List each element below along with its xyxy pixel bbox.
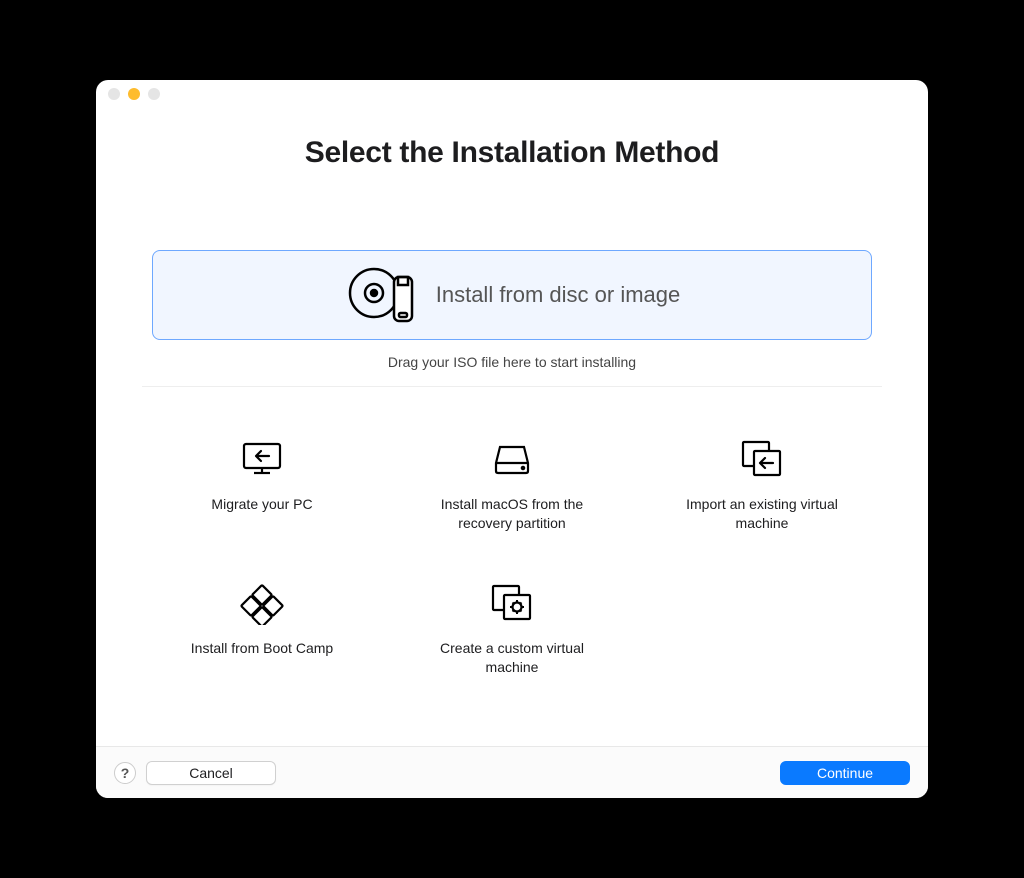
cancel-button[interactable]: Cancel	[146, 761, 276, 785]
option-label: Create a custom virtual machine	[422, 639, 602, 677]
help-button[interactable]: ?	[114, 762, 136, 784]
footer: ? Cancel Continue	[96, 746, 928, 798]
maximize-button[interactable]	[148, 88, 160, 100]
content-area: Select the Installation Method Install f…	[96, 108, 928, 746]
installer-window: Select the Installation Method Install f…	[96, 80, 928, 798]
option-label: Migrate your PC	[211, 495, 312, 514]
help-icon: ?	[121, 765, 130, 781]
option-install-macos-recovery[interactable]: Install macOS from the recovery partitio…	[392, 437, 632, 533]
migrate-pc-icon	[239, 437, 285, 481]
drag-hint-text: Drag your ISO file here to start install…	[388, 354, 636, 370]
option-create-custom-vm[interactable]: Create a custom virtual machine	[392, 581, 632, 677]
option-label: Import an existing virtual machine	[672, 495, 852, 533]
import-vm-icon	[739, 437, 785, 481]
divider	[142, 386, 882, 387]
option-label: Install from Boot Camp	[191, 639, 333, 658]
option-import-vm[interactable]: Import an existing virtual machine	[642, 437, 882, 533]
option-install-boot-camp[interactable]: Install from Boot Camp	[142, 581, 382, 677]
custom-vm-icon	[489, 581, 535, 625]
continue-button[interactable]: Continue	[780, 761, 910, 785]
options-grid: Migrate your PC Install macOS from the r…	[142, 437, 882, 677]
titlebar	[96, 80, 928, 108]
hard-drive-icon	[490, 437, 534, 481]
option-migrate-pc[interactable]: Migrate your PC	[142, 437, 382, 533]
primary-option-label: Install from disc or image	[436, 282, 681, 308]
option-label: Install macOS from the recovery partitio…	[422, 495, 602, 533]
close-button[interactable]	[108, 88, 120, 100]
disc-usb-icon	[344, 263, 418, 327]
page-title: Select the Installation Method	[305, 136, 719, 170]
minimize-button[interactable]	[128, 88, 140, 100]
option-install-from-disc-or-image[interactable]: Install from disc or image	[152, 250, 872, 340]
boot-camp-icon	[240, 581, 284, 625]
